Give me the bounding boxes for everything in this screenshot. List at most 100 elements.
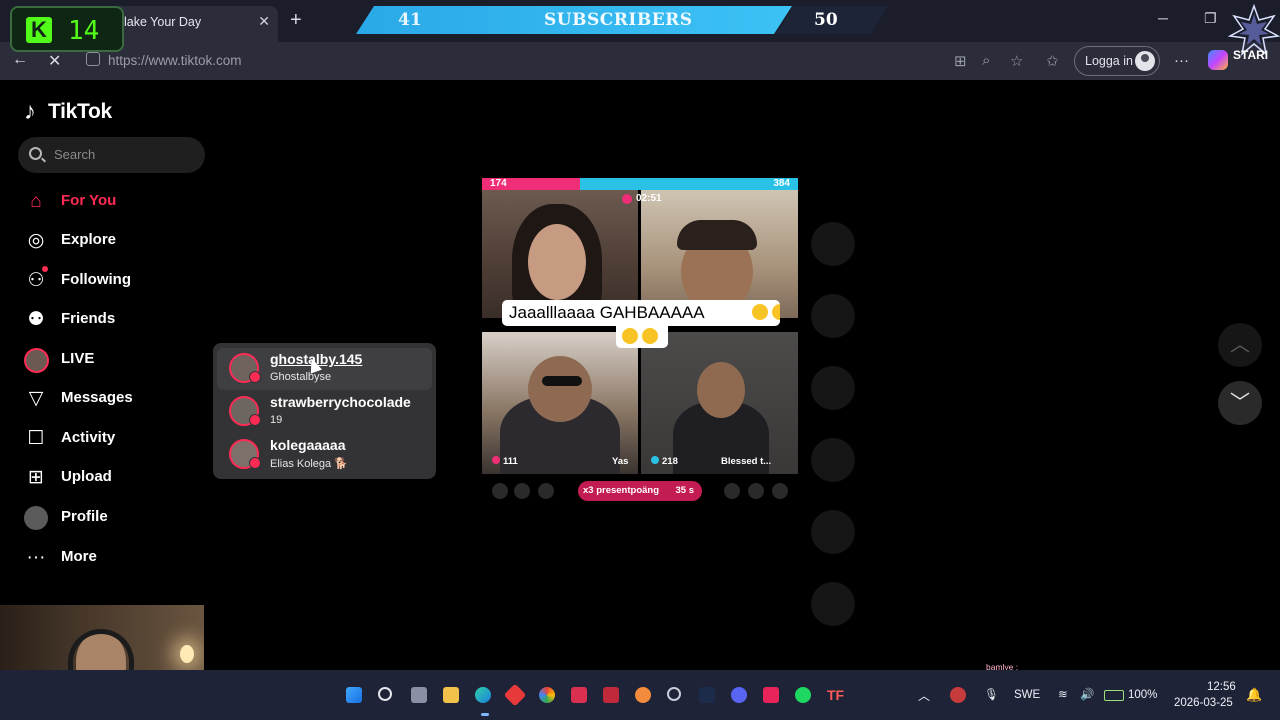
search-input[interactable]: Search <box>18 137 205 173</box>
obs-icon[interactable] <box>667 687 681 701</box>
zoom-icon[interactable]: ⌕ <box>982 52 990 69</box>
nav-item-activity[interactable]: ☐ Activity <box>24 426 204 452</box>
nav-label: Messages <box>61 389 133 406</box>
avatar[interactable] <box>492 483 508 499</box>
tab-title: lake Your Day <box>124 15 202 29</box>
clock-date[interactable]: 2026-03-25 <box>1174 697 1233 709</box>
favorites-icon[interactable]: ✩ <box>1046 52 1059 70</box>
steam-icon[interactable] <box>699 687 715 703</box>
avatar[interactable] <box>514 483 530 499</box>
previous-video-button[interactable]: ︿ <box>1218 323 1262 367</box>
app-diamond-icon[interactable] <box>503 683 527 707</box>
gift-bar: x3 presentpoäng 35 s <box>482 480 798 502</box>
chrome-icon[interactable] <box>539 687 555 703</box>
copilot-icon[interactable] <box>1208 50 1228 70</box>
windows-start-icon[interactable] <box>346 687 362 703</box>
chevron-up-icon: ︿ <box>1230 334 1250 356</box>
nav-item-messages[interactable]: ▽ Messages <box>24 386 204 412</box>
tiktok-app-icon[interactable] <box>763 687 779 703</box>
tab-close-icon[interactable]: ✕ <box>258 13 270 30</box>
battle-timer: 02:51 <box>622 193 672 207</box>
input-language[interactable]: SWE <box>1014 689 1040 701</box>
gift-points-badge: x3 presentpoäng 35 s <box>578 481 702 501</box>
edge-icon[interactable] <box>475 687 491 703</box>
clock-time[interactable]: 12:56 <box>1207 681 1236 693</box>
laughing-emoji-icon <box>622 328 638 344</box>
send-icon: ▽ <box>28 388 44 409</box>
kick-viewer-count: 14 <box>68 16 100 46</box>
live-indicator-icon <box>249 371 261 383</box>
chevron-up-icon[interactable]: ︿ <box>918 687 930 704</box>
nav-item-upload[interactable]: ⊞ Upload <box>24 465 204 491</box>
action-button-placeholder[interactable] <box>811 582 855 626</box>
action-button-placeholder[interactable] <box>811 510 855 554</box>
live-account-name: kolegaaaaa <box>270 437 346 453</box>
nav-label: Following <box>61 271 131 288</box>
favorite-star-icon[interactable]: ☆ <box>1010 52 1023 70</box>
live-account-item[interactable]: ghostalby.145 Ghostalbyse <box>217 348 432 390</box>
nav-label: Upload <box>61 468 112 485</box>
login-button[interactable]: Logga in <box>1074 46 1160 76</box>
restore-button[interactable]: ❐ <box>1204 10 1217 27</box>
address-bar: ← ✕ https://www.tiktok.com ⊞ ⌕ ☆ ✩ Logga… <box>0 42 1280 80</box>
new-tab-button[interactable]: + <box>290 8 302 32</box>
nav-item-explore[interactable]: ◎ Explore <box>24 228 204 254</box>
file-explorer-icon[interactable] <box>443 687 459 703</box>
site-info-icon[interactable] <box>86 52 100 66</box>
live-account-item[interactable]: strawberrychocolade 19 <box>217 391 432 433</box>
more-options-icon[interactable]: ··· <box>1174 52 1189 69</box>
laughing-emoji-icon <box>642 328 658 344</box>
action-button-placeholder[interactable] <box>811 366 855 410</box>
live-account-item[interactable]: kolegaaaaa Elias Kolega 🐕 <box>217 434 432 476</box>
search-placeholder: Search <box>54 147 96 162</box>
next-video-button[interactable]: ﹀ <box>1218 381 1262 425</box>
browser-tab[interactable]: lake Your Day ✕ <box>112 6 278 42</box>
avatar[interactable] <box>772 483 788 499</box>
spotify-icon[interactable] <box>795 687 811 703</box>
nav-item-friends[interactable]: ⚉ Friends <box>24 307 204 333</box>
score-icon <box>651 456 659 464</box>
task-view-icon[interactable] <box>411 687 427 703</box>
nav-item-profile[interactable]: Profile <box>24 505 204 531</box>
active-indicator <box>481 713 489 716</box>
discord-icon[interactable] <box>731 687 747 703</box>
action-button-placeholder[interactable] <box>811 438 855 482</box>
nav-item-following[interactable]: ⚇ Following <box>24 266 204 294</box>
score-icon <box>492 456 500 464</box>
avatar[interactable] <box>538 483 554 499</box>
url-field[interactable]: https://www.tiktok.com <box>78 47 1078 75</box>
wifi-icon[interactable]: ≋ <box>1058 687 1068 701</box>
app-swirl-icon[interactable] <box>635 687 651 703</box>
live-account-subtitle: 19 <box>270 414 283 426</box>
live-video-player[interactable]: 174 384 111 Yas 218 Blessed t... 02:51 J… <box>482 178 798 502</box>
tiktok-logo[interactable]: ♪ TikTok <box>24 98 174 128</box>
following-icon: ⚇ <box>27 270 45 291</box>
live-account-name: strawberrychocolade <box>270 394 411 410</box>
subscriber-goal: 50 <box>814 10 838 30</box>
nav-item-live[interactable]: LIVE <box>24 347 204 373</box>
tray-app-icon[interactable] <box>950 687 966 703</box>
windows-taskbar: TF ︿ 🎙 SWE ≋ 🔊 100% 12:56 2026-03-25 🔔 <box>0 670 1280 720</box>
speaker-icon[interactable]: 🔊 <box>1080 687 1094 701</box>
battery-icon[interactable] <box>1104 690 1124 701</box>
avatar[interactable] <box>724 483 740 499</box>
live-account-subtitle: Ghostalbyse <box>270 371 332 383</box>
avatar[interactable] <box>748 483 764 499</box>
app-a-icon[interactable] <box>571 687 587 703</box>
minimize-button[interactable]: ─ <box>1158 10 1168 26</box>
microphone-icon[interactable]: 🎙 <box>984 687 999 701</box>
apps-icon[interactable]: ⊞ <box>954 52 967 70</box>
notification-bell-icon[interactable]: 🔔 <box>1246 687 1262 703</box>
search-icon[interactable] <box>378 687 392 701</box>
tf-app-icon[interactable]: TF <box>827 687 844 703</box>
stop-loading-icon[interactable]: ✕ <box>48 51 61 71</box>
battle-score-bar: 174 384 <box>482 178 798 190</box>
action-button-placeholder[interactable] <box>811 222 855 266</box>
gift-points-time: 35 s <box>675 485 695 496</box>
back-icon[interactable]: ← <box>12 51 28 69</box>
nav-item-for-you[interactable]: ⌂ For You <box>24 189 204 215</box>
nav-item-more[interactable]: ··· More <box>24 545 204 571</box>
stari-logo-text: STARI <box>1233 48 1269 62</box>
mcafee-icon[interactable] <box>603 687 619 703</box>
action-button-placeholder[interactable] <box>811 294 855 338</box>
